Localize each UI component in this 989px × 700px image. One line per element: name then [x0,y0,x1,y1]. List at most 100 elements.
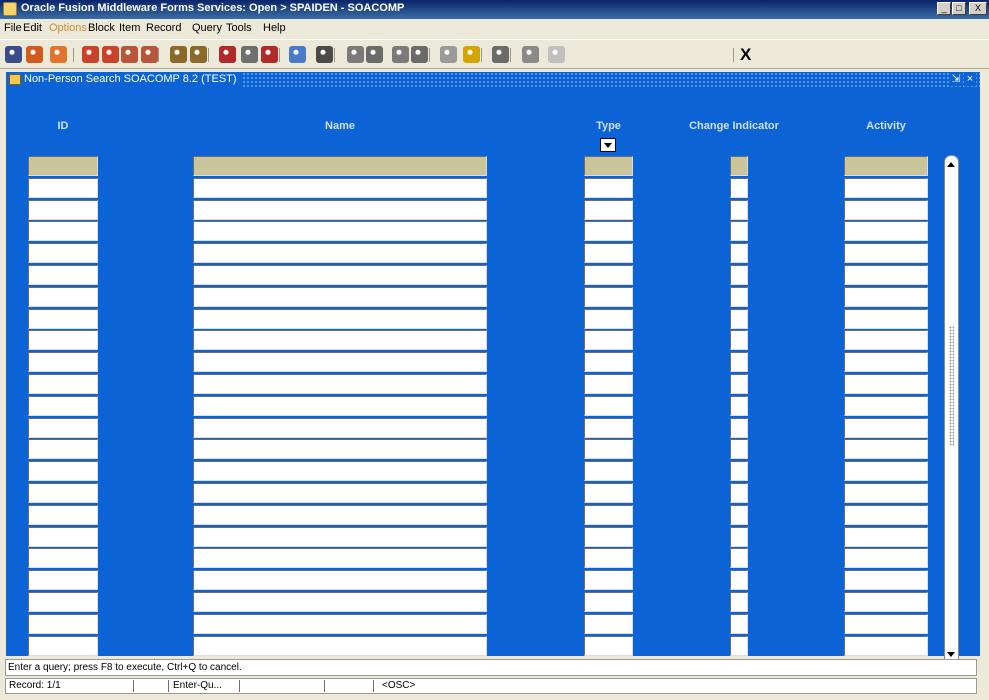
menu-item-item[interactable]: Item [119,22,140,34]
attachments-icon[interactable] [492,46,509,63]
type-field[interactable] [584,177,633,198]
name-field[interactable] [193,635,487,656]
id-field[interactable] [28,548,98,569]
type-field[interactable] [584,439,633,460]
name-field[interactable] [193,221,487,242]
name-field[interactable] [193,613,487,634]
change-indicator-field[interactable] [730,439,748,460]
insert-record-icon[interactable] [82,46,99,63]
activity-field[interactable] [844,439,928,460]
change-indicator-field[interactable] [730,548,748,569]
activity-field[interactable] [844,374,928,394]
change-indicator-field[interactable] [730,461,748,482]
activity-field[interactable] [844,526,928,547]
scroll-up-icon[interactable] [946,160,957,170]
maximize-button[interactable]: □ [952,2,966,15]
name-field[interactable] [193,330,487,351]
change-indicator-field[interactable] [730,417,748,438]
previous-block-icon[interactable] [121,46,138,63]
remove-record-icon[interactable] [102,46,119,63]
activity-field[interactable] [844,548,928,569]
type-field[interactable] [584,395,633,416]
activity-field[interactable] [844,417,928,438]
name-field[interactable] [193,199,487,220]
type-field[interactable] [584,221,633,242]
name-field[interactable] [193,483,487,503]
print-icon[interactable] [50,46,67,63]
calendar-icon[interactable] [411,46,428,63]
activity-field[interactable] [844,592,928,612]
id-field[interactable] [28,395,98,416]
name-field[interactable] [193,352,487,373]
name-field[interactable] [193,461,487,482]
minimize-button[interactable]: _ [937,2,951,15]
change-indicator-field[interactable] [730,330,748,351]
type-field[interactable] [584,330,633,351]
type-field[interactable] [584,570,633,591]
name-field[interactable] [193,504,487,525]
name-field[interactable] [193,417,487,438]
change-indicator-field[interactable] [730,526,748,547]
activity-field[interactable] [844,286,928,307]
menu-item-file[interactable]: File [4,22,22,34]
name-field[interactable] [193,177,487,198]
id-field[interactable] [28,286,98,307]
name-field[interactable] [193,570,487,591]
name-field[interactable] [193,286,487,307]
print-page-icon[interactable] [316,46,333,63]
change-indicator-field[interactable] [730,265,748,285]
lov-icon[interactable] [392,46,409,63]
id-field[interactable] [28,243,98,264]
cancel-query-icon[interactable] [261,46,278,63]
sound-icon[interactable] [440,46,457,63]
save-icon[interactable] [5,46,22,63]
id-field[interactable] [28,570,98,591]
activity-field[interactable] [844,243,928,264]
change-indicator-field[interactable] [730,221,748,242]
execute-query-icon[interactable] [241,46,258,63]
change-indicator-field[interactable] [730,504,748,525]
menu-item-tools[interactable]: Tools [226,22,252,34]
name-field[interactable] [193,592,487,612]
next-block-icon[interactable] [141,46,158,63]
change-indicator-field[interactable] [730,635,748,656]
type-field[interactable] [584,461,633,482]
activity-field[interactable] [844,156,928,176]
change-indicator-field[interactable] [730,286,748,307]
id-field[interactable] [28,177,98,198]
menu-item-options[interactable]: Options [49,22,87,34]
change-indicator-field[interactable] [730,308,748,329]
change-indicator-field[interactable] [730,243,748,264]
type-field[interactable] [584,374,633,394]
help-icon[interactable] [522,46,539,63]
name-field[interactable] [193,374,487,394]
name-field[interactable] [193,395,487,416]
exit-icon[interactable]: X [740,45,751,65]
id-field[interactable] [28,613,98,634]
change-indicator-field[interactable] [730,483,748,503]
type-field[interactable] [584,265,633,285]
id-field[interactable] [28,504,98,525]
type-field[interactable] [584,308,633,329]
id-field[interactable] [28,156,98,176]
name-field[interactable] [193,548,487,569]
close-button[interactable]: X [969,2,987,15]
type-field[interactable] [584,243,633,264]
menu-item-query[interactable]: Query [192,22,222,34]
id-field[interactable] [28,330,98,351]
activity-field[interactable] [844,504,928,525]
name-field[interactable] [193,156,487,176]
activity-field[interactable] [844,330,928,351]
expand-icon[interactable] [366,46,383,63]
type-lov-button[interactable] [600,138,616,152]
activity-field[interactable] [844,570,928,591]
menu-item-help[interactable]: Help [263,22,286,34]
type-field[interactable] [584,548,633,569]
help-hub-icon[interactable] [463,46,480,63]
id-field[interactable] [28,308,98,329]
activity-field[interactable] [844,177,928,198]
type-field[interactable] [584,526,633,547]
id-field[interactable] [28,635,98,656]
type-field[interactable] [584,635,633,656]
type-field[interactable] [584,483,633,503]
